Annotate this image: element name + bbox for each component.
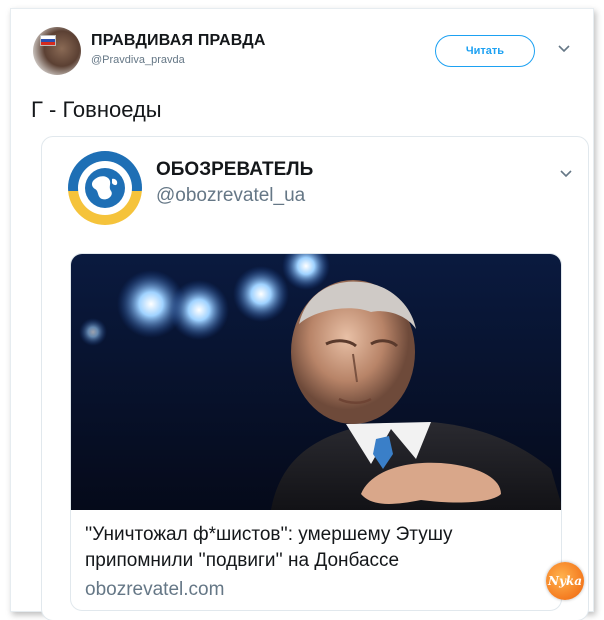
tweet-header: ПРАВДИВАЯ ПРАВДА @Pravdiva_pravda Читать xyxy=(33,27,575,79)
article-photo xyxy=(71,254,561,510)
embedded-tweet[interactable]: ОБОЗРЕВАТЕЛЬ @obozrevatel_ua ''Уничтожал… xyxy=(41,136,589,620)
author-name[interactable]: ПРАВДИВАЯ ПРАВДА xyxy=(91,32,266,50)
chevron-down-icon[interactable] xyxy=(558,165,574,181)
follow-button[interactable]: Читать xyxy=(435,35,535,67)
article-domain[interactable]: obozrevatel.com xyxy=(85,579,224,601)
tweet-text: Г - Говноеды xyxy=(31,97,162,122)
tweet-frame: ПРАВДИВАЯ ПРАВДА @Pravdiva_pravda Читать… xyxy=(10,8,594,620)
source-name[interactable]: ОБОЗРЕВАТЕЛЬ xyxy=(156,159,313,181)
author-handle[interactable]: @Pravdiva_pravda xyxy=(91,54,185,66)
chevron-down-icon[interactable] xyxy=(557,41,571,55)
article-title[interactable]: ''Уничтожал ф*шистов'': умершему Этушу п… xyxy=(85,522,555,574)
site-watermark: Nyka xyxy=(546,562,584,600)
russian-flag-icon xyxy=(40,35,56,46)
source-handle[interactable]: @obozrevatel_ua xyxy=(156,185,305,207)
link-card[interactable]: ''Уничтожал ф*шистов'': умершему Этушу п… xyxy=(70,253,562,611)
author-avatar[interactable] xyxy=(33,27,81,75)
obozrevatel-logo-icon[interactable] xyxy=(68,151,142,225)
